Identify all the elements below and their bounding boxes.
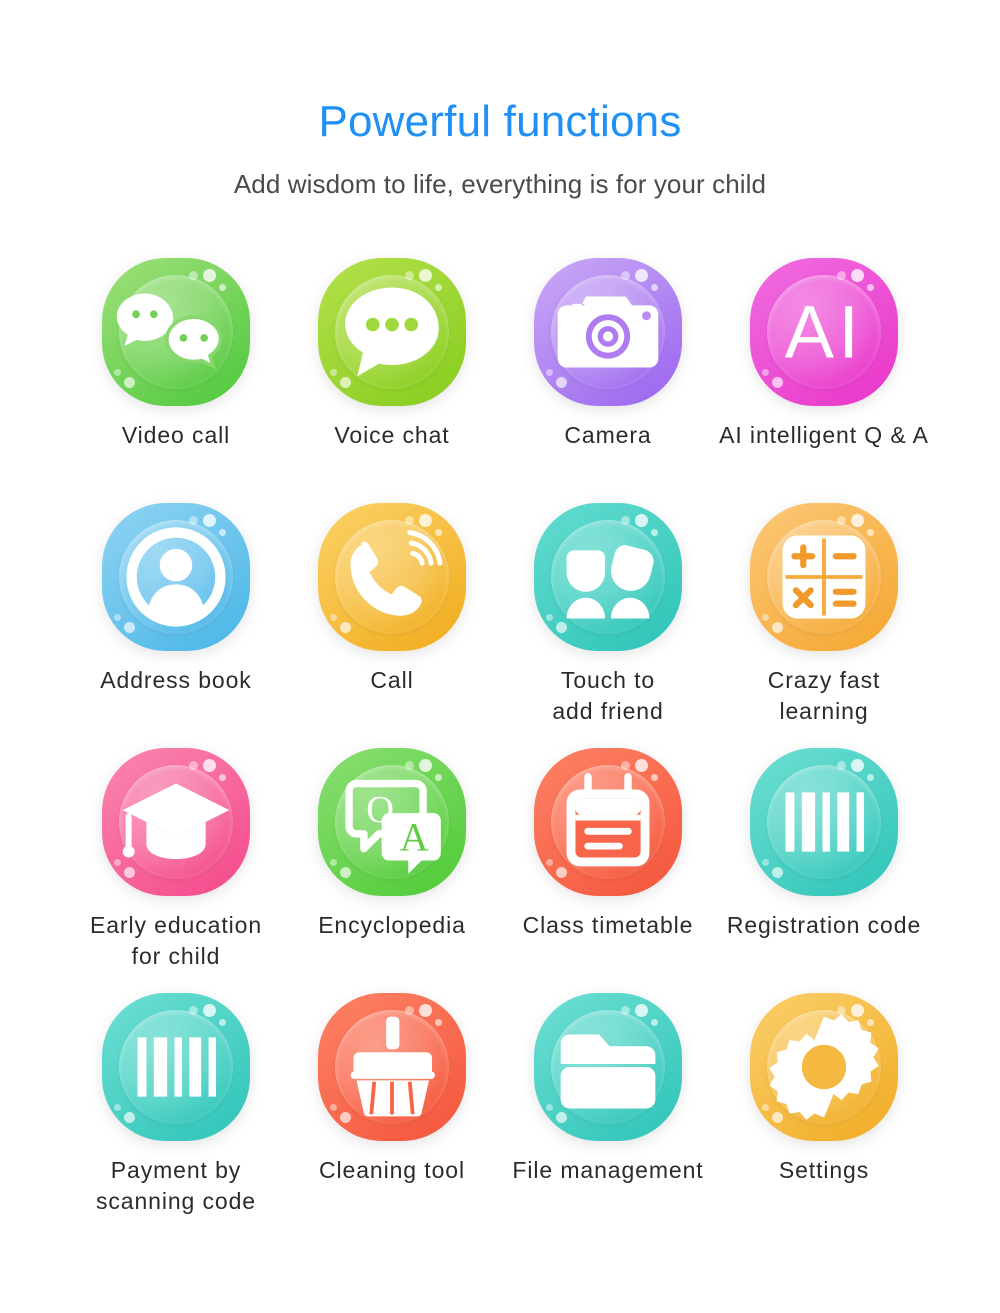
calendar-icon[interactable] [534,748,682,896]
icon-background [534,748,682,896]
two-people-icon[interactable] [534,503,682,651]
icon-background [318,503,466,651]
feature-label: AI intelligent Q & A [719,422,929,448]
chat-bubbles-icon[interactable] [102,258,250,406]
feature-cell[interactable]: Voice chat [284,258,500,503]
phone-call-icon-glyph [318,503,466,651]
calculator-icon[interactable] [750,503,898,651]
feature-cell[interactable]: File management [500,993,716,1238]
feature-cell[interactable]: Touch to add friend [500,503,716,748]
barcode-icon[interactable] [750,748,898,896]
page-title: Powerful functions [318,97,682,146]
barcode-icon[interactable] [102,993,250,1141]
feature-label: Voice chat [334,422,450,448]
speech-bubble-icon-glyph [318,258,466,406]
icon-background [102,993,250,1141]
icon-background [102,503,250,651]
icon-background [750,748,898,896]
feature-cell[interactable]: Video call [68,258,284,503]
folder-icon-glyph [534,993,682,1141]
ai-icon-glyph: AI [750,258,898,406]
feature-cell[interactable]: Camera [500,258,716,503]
qa-bubbles-icon-glyph: QA [318,748,466,896]
icon-background [534,258,682,406]
speech-bubble-icon[interactable] [318,258,466,406]
feature-label: Camera [564,422,652,448]
feature-cell[interactable]: Call [284,503,500,748]
icon-background: QA [318,748,466,896]
icon-background [750,503,898,651]
feature-cell[interactable]: Registration code [716,748,932,993]
icon-background: AI [750,258,898,406]
feature-cell[interactable]: Payment by scanning code [68,993,284,1238]
feature-label: File management [512,1157,704,1183]
feature-label: Payment by scanning code [95,1157,257,1214]
feature-label: Cleaning tool [319,1157,465,1183]
camera-icon[interactable] [534,258,682,406]
page-header: Powerful functions Add wisdom to life, e… [0,0,1000,200]
feature-label: Class timetable [522,912,694,938]
gear-icon-glyph [750,993,898,1141]
icon-background [102,748,250,896]
svg-text:AI: AI [785,291,864,374]
contact-person-icon-glyph [102,503,250,651]
two-people-icon-glyph [534,503,682,651]
graduation-cap-icon[interactable] [102,748,250,896]
feature-cell[interactable]: AI AI intelligent Q & A [716,258,932,503]
chat-bubbles-icon-glyph [102,258,250,406]
feature-grid: Video call Voice chat Camera AI AI intellige… [68,258,932,1238]
icon-background [318,993,466,1141]
qa-bubbles-icon[interactable]: QA [318,748,466,896]
calculator-icon-glyph [750,503,898,651]
feature-label: Video call [121,422,231,448]
icon-background [534,993,682,1141]
feature-cell[interactable]: Settings [716,993,932,1238]
icon-background [102,258,250,406]
feature-label: Address book [100,667,252,693]
icon-background [534,503,682,651]
icon-background [750,993,898,1141]
feature-cell[interactable]: Address book [68,503,284,748]
page-subtitle: Add wisdom to life, everything is for yo… [233,169,767,199]
feature-label: Settings [778,1157,870,1183]
graduation-cap-icon-glyph [102,748,250,896]
feature-cell[interactable]: Cleaning tool [284,993,500,1238]
feature-label: Touch to add friend [552,667,664,724]
feature-cell[interactable]: Crazy fast learning [716,503,932,748]
broom-icon-glyph [318,993,466,1141]
feature-cell[interactable]: Early education for child [68,748,284,993]
phone-call-icon[interactable] [318,503,466,651]
icon-background [318,258,466,406]
contact-person-icon[interactable] [102,503,250,651]
calendar-icon-glyph [534,748,682,896]
feature-cell[interactable]: Q A Encyclopedia [284,748,500,993]
barcode-icon-glyph [750,748,898,896]
feature-label: Encyclopedia [318,912,466,938]
folder-icon[interactable] [534,993,682,1141]
barcode-icon-glyph [102,993,250,1141]
page-root: Powerful functions Add wisdom to life, e… [0,0,1000,1313]
gear-icon[interactable] [750,993,898,1141]
feature-label: Early education for child [89,912,263,969]
camera-icon-glyph [534,258,682,406]
broom-icon[interactable] [318,993,466,1141]
feature-label: Registration code [726,912,922,938]
feature-label: Crazy fast learning [767,667,881,724]
svg-text:A: A [400,814,429,859]
feature-label: Call [370,667,414,693]
feature-cell[interactable]: Class timetable [500,748,716,993]
ai-icon[interactable]: AI [750,258,898,406]
